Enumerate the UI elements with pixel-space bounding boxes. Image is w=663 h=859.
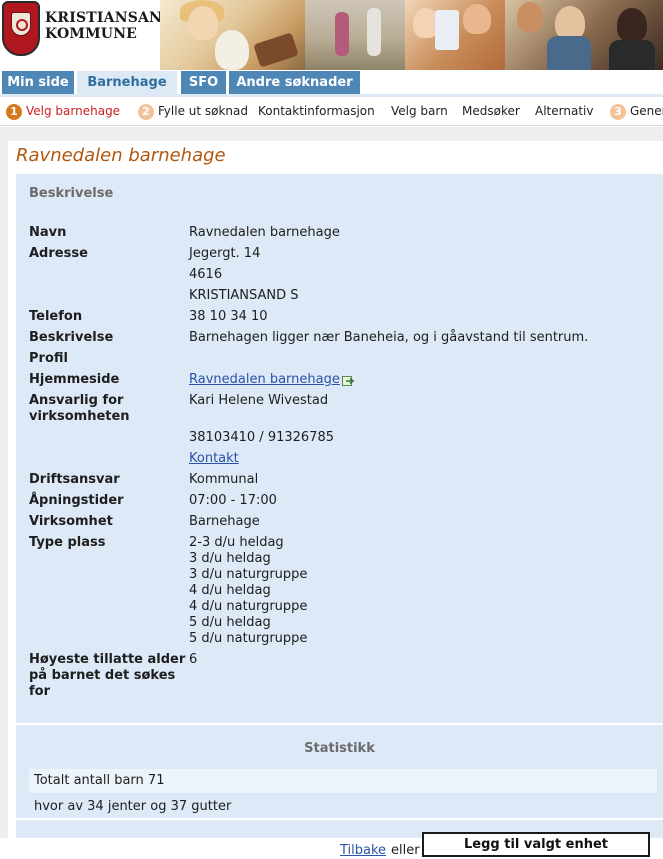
municipality-name-line2: KOMMUNE — [45, 26, 138, 42]
back-link[interactable]: Tilbake — [340, 843, 386, 858]
place-type-item: 5 d/u naturgruppe — [189, 631, 308, 646]
place-type-item: 5 d/u heldag — [189, 615, 271, 630]
add-selected-unit-button[interactable]: Legg til valgt enhet — [422, 832, 650, 857]
tab-min-side[interactable]: Min side — [2, 71, 74, 95]
place-type-item: 4 d/u heldag — [189, 583, 271, 598]
actions-divider — [16, 818, 663, 820]
content-area: Ravnedalen barnehage Beskrivelse Navn Ra… — [0, 127, 663, 858]
hours-label: Åpningstider — [29, 493, 124, 508]
responsible-name: Kari Helene Wivestad — [189, 393, 329, 408]
place-type-item: 4 d/u naturgruppe — [189, 599, 308, 614]
step-velg-barn[interactable]: Velg barn — [391, 104, 448, 118]
business-value: Barnehage — [189, 514, 260, 529]
name-label: Navn — [29, 225, 67, 240]
place-type-list: 2-3 d/u heldag 3 d/u heldag 3 d/u naturg… — [189, 535, 307, 647]
municipality-logo[interactable]: KRISTIANSAND KOMMUNE — [0, 0, 174, 70]
step-kontaktinformasjon[interactable]: Kontaktinformasjon — [258, 104, 375, 118]
step-2-badge: 2 — [138, 104, 154, 120]
place-type-label: Type plass — [29, 535, 106, 550]
responsible-label-line1: Ansvarlig for — [29, 393, 124, 408]
contact-link[interactable]: Kontakt — [189, 451, 239, 467]
max-age-value: 6 — [189, 652, 198, 667]
address-line3: KRISTIANSAND S — [189, 288, 299, 303]
homepage-link[interactable]: Ravnedalen barnehage — [189, 372, 340, 388]
statistics-heading: Statistikk — [304, 741, 375, 756]
or-text: eller — [391, 843, 420, 858]
phone-value: 38 10 34 10 — [189, 309, 268, 324]
responsible-label: Ansvarlig for virksomheten — [29, 393, 130, 425]
details-panel: Beskrivelse Navn Ravnedalen barnehage Ad… — [16, 174, 663, 858]
step-fylle-ut-soknad[interactable]: Fylle ut søknad — [158, 104, 248, 118]
profile-label: Profil — [29, 351, 68, 366]
step-velg-barnehage[interactable]: Velg barnehage — [26, 104, 120, 118]
hours-value: 07:00 - 17:00 — [189, 493, 277, 508]
responsible-phone: 38103410 / 91326785 — [189, 430, 334, 445]
operator-label: Driftsansvar — [29, 472, 120, 487]
max-age-label-line1: Høyeste tillatte alder — [29, 652, 186, 667]
homepage-label: Hjemmeside — [29, 372, 120, 387]
place-type-item: 2-3 d/u heldag — [189, 535, 284, 550]
step-1-badge: 1 — [6, 104, 22, 120]
header-photo-children — [505, 0, 663, 70]
business-label: Virksomhet — [29, 514, 113, 529]
header-photo-walking — [305, 0, 405, 70]
description-heading: Beskrivelse — [29, 186, 114, 201]
step-3-badge: 3 — [610, 104, 626, 120]
description-value: Barnehagen ligger nær Baneheia, og i gåa… — [189, 330, 589, 345]
step-alternativ[interactable]: Alternativ — [535, 104, 593, 118]
header-banner: KRISTIANSAND KOMMUNE — [0, 0, 663, 70]
external-link-icon[interactable] — [342, 375, 355, 386]
kindergarten-card: Ravnedalen barnehage Beskrivelse Navn Ra… — [8, 141, 663, 858]
max-age-label: Høyeste tillatte alder på barnet det søk… — [29, 652, 185, 700]
place-type-item: 3 d/u heldag — [189, 551, 271, 566]
wizard-steps: 1 Velg barnehage 2 Fylle ut søknad Konta… — [0, 97, 663, 126]
tab-sfo[interactable]: SFO — [181, 71, 226, 95]
section-divider — [16, 723, 663, 725]
header-photo-eating — [405, 0, 505, 70]
operator-value: Kommunal — [189, 472, 259, 487]
tab-barnehage[interactable]: Barnehage — [77, 71, 177, 95]
header-photo-reading — [160, 0, 305, 70]
responsible-label-line2: virksomheten — [29, 409, 130, 424]
description-label: Beskrivelse — [29, 330, 114, 345]
place-type-item: 3 d/u naturgruppe — [189, 567, 308, 582]
statistics-breakdown: hvor av 34 jenter og 37 gutter — [34, 799, 232, 814]
coat-of-arms-icon — [2, 1, 40, 56]
max-age-label-line3: for — [29, 684, 50, 699]
step-medsoker[interactable]: Medsøker — [462, 104, 520, 118]
tab-andre-soknader[interactable]: Andre søknader — [229, 71, 360, 95]
address-label: Adresse — [29, 246, 88, 261]
address-line1: Jegergt. 14 — [189, 246, 261, 261]
address-line2: 4616 — [189, 267, 223, 282]
step-generelt[interactable]: Gener — [630, 104, 663, 118]
main-tabs: Min side Barnehage SFO Andre søknader — [0, 70, 663, 95]
page-title: Ravnedalen barnehage — [16, 145, 226, 166]
municipality-name-line1: KRISTIANSAND — [45, 10, 175, 26]
phone-label: Telefon — [29, 309, 83, 324]
actions-bar: Tilbake eller Legg til valgt enhet — [16, 829, 663, 859]
statistics-total: Totalt antall barn 71 — [29, 769, 657, 793]
max-age-label-line2: på barnet det søkes — [29, 668, 176, 683]
municipality-name: KRISTIANSAND KOMMUNE — [45, 10, 174, 42]
name-value: Ravnedalen barnehage — [189, 225, 340, 240]
